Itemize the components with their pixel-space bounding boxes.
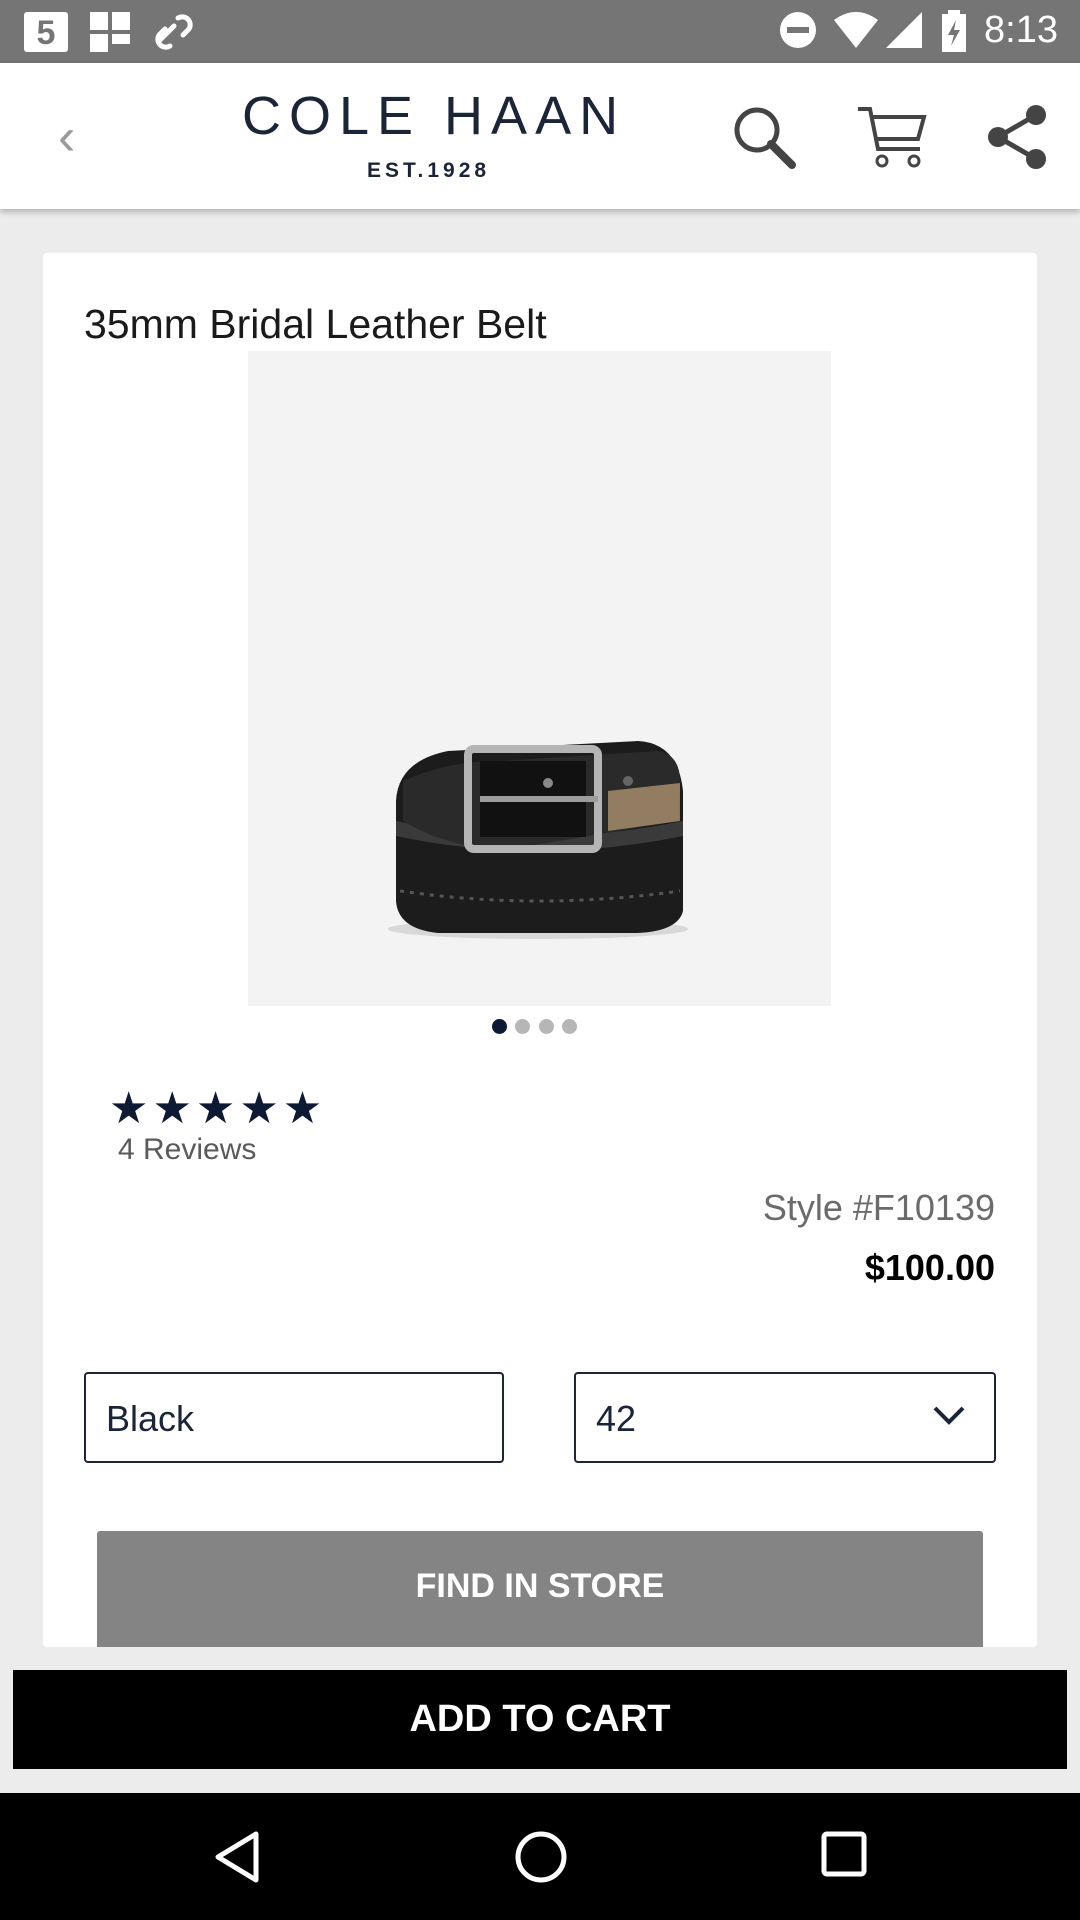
- product-image[interactable]: [248, 351, 831, 1006]
- status-time: 8:13: [984, 9, 1058, 51]
- svg-text:5: 5: [37, 14, 56, 52]
- color-value: Black: [106, 1398, 195, 1439]
- brand-logo-name[interactable]: COLE HAAN: [242, 85, 626, 147]
- recents-square-icon[interactable]: [820, 1830, 868, 1883]
- reviews-count[interactable]: 4 Reviews: [118, 1133, 256, 1167]
- search-icon[interactable]: [730, 103, 798, 176]
- link-icon: [152, 10, 196, 59]
- app-header: ‹ COLE HAAN EST.1928: [0, 63, 1080, 209]
- belt-image: [388, 741, 688, 939]
- wifi-icon: [832, 10, 880, 55]
- find-in-store-label: FIND IN STORE: [415, 1567, 665, 1605]
- product-title: 35mm Bridal Leather Belt: [84, 301, 547, 347]
- battery-charging-icon: [940, 10, 968, 59]
- size-select[interactable]: 42: [574, 1372, 996, 1463]
- pager-dot-4[interactable]: [562, 1019, 577, 1034]
- signal-icon: [884, 10, 924, 55]
- grid-app-icon: [88, 10, 132, 59]
- brand-logo-est: EST.1928: [367, 159, 491, 182]
- status-bar: 5 8:13: [0, 0, 1080, 63]
- chevron-down-icon: [932, 1404, 966, 1431]
- do-not-disturb-icon: [778, 10, 818, 55]
- back-triangle-icon[interactable]: [212, 1830, 262, 1889]
- pager-dot-3[interactable]: [539, 1019, 554, 1034]
- product-price: $100.00: [864, 1247, 995, 1288]
- pager-dot-2[interactable]: [515, 1019, 530, 1034]
- pager-dot-1[interactable]: [492, 1019, 507, 1034]
- size-value: 42: [596, 1398, 637, 1439]
- home-circle-icon[interactable]: [514, 1830, 568, 1889]
- share-icon[interactable]: [984, 103, 1050, 176]
- add-to-cart-button[interactable]: ADD TO CART: [13, 1670, 1067, 1769]
- style-number: Style #F10139: [762, 1187, 995, 1228]
- system-nav-bar: [0, 1793, 1080, 1920]
- rating-stars[interactable]: ★★★★★: [109, 1083, 326, 1134]
- find-in-store-button[interactable]: FIND IN STORE: [97, 1531, 983, 1647]
- product-card: 35mm Bridal Leather Belt ★★★★★ 4 Reviews…: [43, 253, 1037, 1647]
- notification-5-icon: 5: [22, 10, 70, 59]
- color-field[interactable]: Black: [84, 1372, 504, 1463]
- add-to-cart-label: ADD TO CART: [409, 1698, 671, 1740]
- cart-icon[interactable]: [856, 103, 928, 176]
- back-chevron-icon[interactable]: ‹: [58, 107, 75, 167]
